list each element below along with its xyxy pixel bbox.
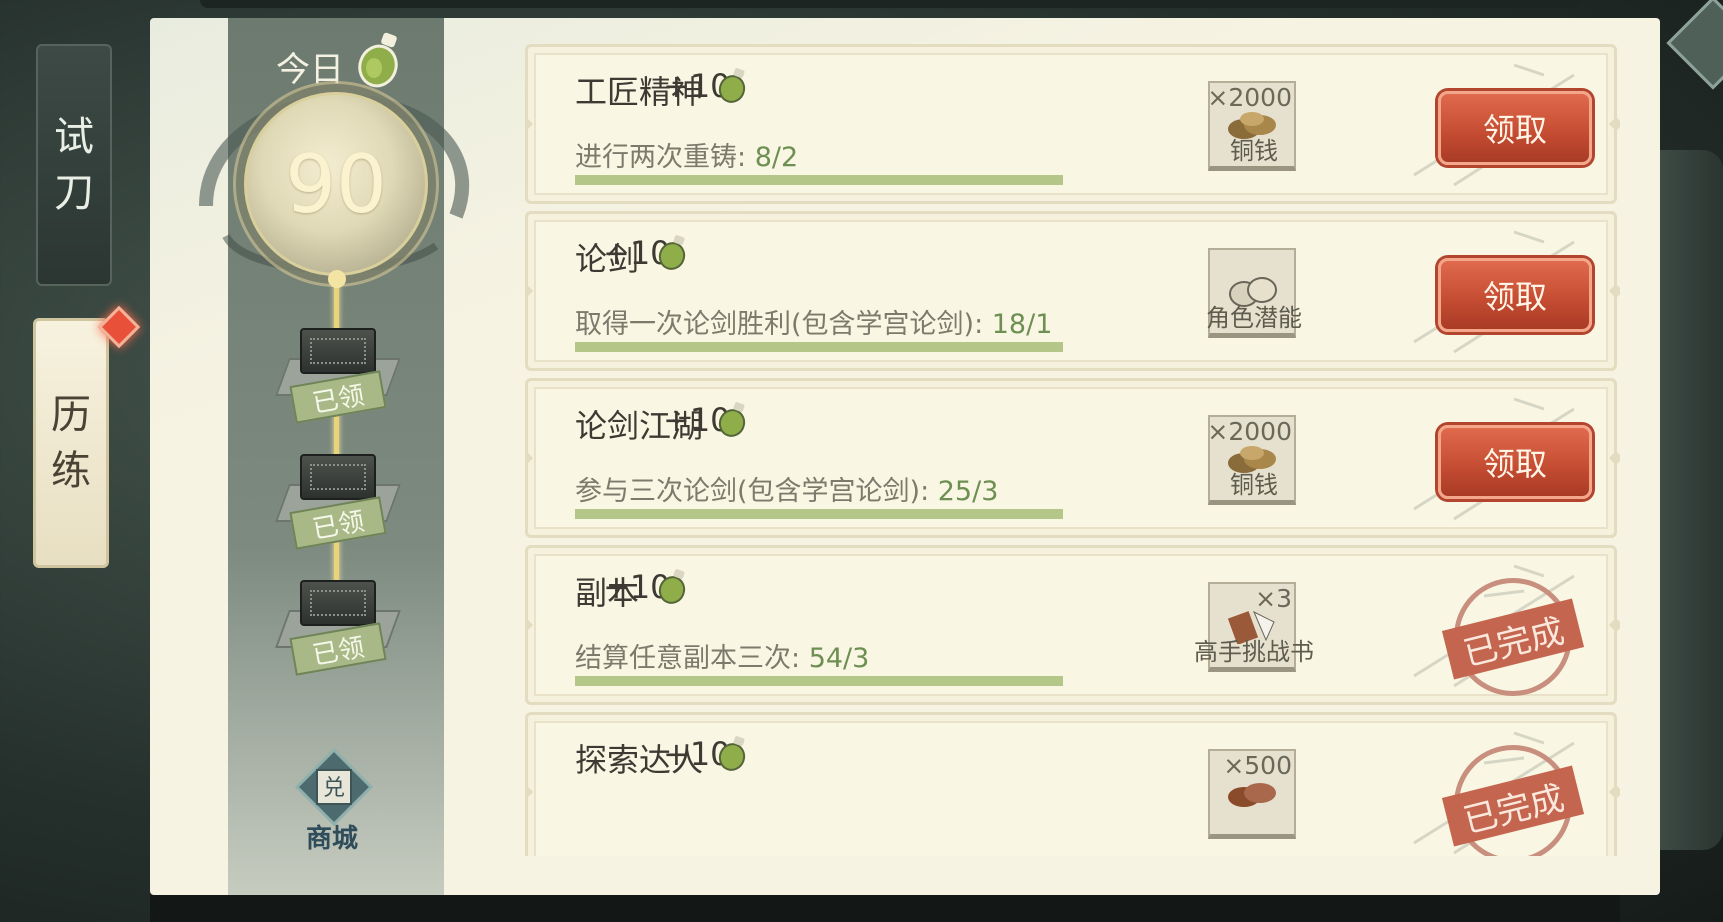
task-description: 取得一次论剑胜利(包含学宫论剑): 18/1 — [575, 302, 1052, 341]
task-progress-bar — [575, 676, 1063, 686]
task-progress: 8/2 — [754, 142, 799, 173]
task-description: 结算任意副本三次: 54/3 — [575, 636, 869, 675]
chest-icon — [300, 454, 376, 500]
shop-label[interactable]: 商城 — [306, 818, 358, 855]
reward-name: 角色潜能 — [1206, 304, 1302, 332]
reward-slot[interactable]: ×3 高手挑战书 — [1194, 582, 1314, 672]
reward-slot[interactable]: ×2000 铜钱 — [1207, 81, 1296, 171]
reward-quantity: ×500 — [1223, 751, 1292, 780]
activity-jar-icon — [358, 32, 398, 88]
claim-button[interactable]: 领取 — [1438, 91, 1592, 165]
task-description: 进行两次重铸: 8/2 — [575, 135, 798, 174]
track-node — [328, 270, 346, 288]
task-card: 副本 +10 结算任意副本三次: 54/3 ×3 高手挑战书 已完成 — [525, 545, 1617, 705]
activity-jar-icon — [718, 736, 746, 771]
tab-label-char: 练 — [51, 448, 91, 494]
claim-button[interactable]: 领取 — [1438, 425, 1592, 499]
task-desc-text: 进行两次重铸: — [575, 142, 755, 173]
panel-right-edge — [1660, 150, 1723, 850]
close-icon[interactable] — [1666, 0, 1723, 90]
activity-score: 90 — [285, 137, 387, 231]
task-desc-text: 参与三次论剑(包含学宫论剑): — [575, 476, 938, 507]
reward-slot[interactable]: ×500 — [1208, 749, 1296, 839]
task-desc-text: 取得一次论剑胜利(包含学宫论剑): — [575, 309, 992, 340]
task-card: 探索达人 +10 ×500 已完成 — [525, 712, 1617, 856]
completed-stamp: 已完成 — [1441, 745, 1585, 856]
reward-quantity: ×2000 — [1207, 417, 1292, 446]
reward-quantity: ×3 — [1255, 584, 1292, 613]
shop-icon-glyph: 兑 — [323, 776, 345, 801]
activity-jar-icon — [658, 235, 686, 270]
reward-chest[interactable]: 已领 — [275, 446, 401, 550]
chest-icon — [300, 328, 376, 374]
activity-jar-icon — [718, 402, 746, 437]
task-description: 参与三次论剑(包含学宫论剑): 25/3 — [575, 469, 998, 508]
bottom-frame — [150, 895, 1620, 922]
copper-coins-icon — [1228, 783, 1276, 807]
reward-quantity: ×2000 — [1207, 83, 1292, 112]
tab-label-char: 历 — [51, 392, 91, 438]
tab-label-char: 刀 — [54, 170, 94, 216]
completed-stamp: 已完成 — [1441, 578, 1585, 712]
reward-slot[interactable]: ×2000 铜钱 — [1207, 415, 1296, 505]
reward-chest[interactable]: 已领 — [275, 572, 401, 676]
task-progress-bar — [575, 342, 1063, 352]
reward-chest[interactable]: 已领 — [275, 320, 401, 424]
claim-button[interactable]: 领取 — [1438, 258, 1592, 332]
activity-jar-icon — [718, 68, 746, 103]
task-progress: 54/3 — [808, 643, 870, 674]
reward-slot[interactable]: 角色潜能 — [1206, 248, 1302, 338]
task-desc-text: 结算任意副本三次: — [575, 643, 809, 674]
task-progress-bar — [575, 175, 1063, 185]
tab-training[interactable]: 历 练 — [33, 318, 109, 568]
task-card: 论剑江湖 +10 参与三次论剑(包含学宫论剑): 25/3 ×2000 铜钱 领… — [525, 378, 1617, 538]
activity-score-circle: 90 — [244, 92, 428, 276]
chest-icon — [300, 580, 376, 626]
activity-jar-icon — [658, 569, 686, 604]
task-progress-bar — [575, 509, 1063, 519]
tab-label-char: 试 — [54, 114, 94, 160]
tab-trial-blade[interactable]: 试 刀 — [36, 44, 112, 286]
task-list[interactable]: 工匠精神 +10 进行两次重铸: 8/2 ×2000 铜钱 领取 论剑 +10 … — [525, 44, 1620, 856]
task-card: 论剑 +10 取得一次论剑胜利(包含学宫论剑): 18/1 角色潜能 领取 — [525, 211, 1617, 371]
task-card: 工匠精神 +10 进行两次重铸: 8/2 ×2000 铜钱 领取 — [525, 44, 1617, 204]
reward-name: 高手挑战书 — [1194, 638, 1314, 666]
task-progress: 18/1 — [991, 309, 1053, 340]
reward-name: 铜钱 — [1230, 471, 1278, 499]
today-label: 今日 — [276, 50, 344, 90]
top-frame — [200, 0, 1580, 8]
reward-name: 铜钱 — [1230, 137, 1278, 165]
shop-icon[interactable]: 兑 — [295, 748, 373, 826]
task-progress: 25/3 — [937, 476, 999, 507]
